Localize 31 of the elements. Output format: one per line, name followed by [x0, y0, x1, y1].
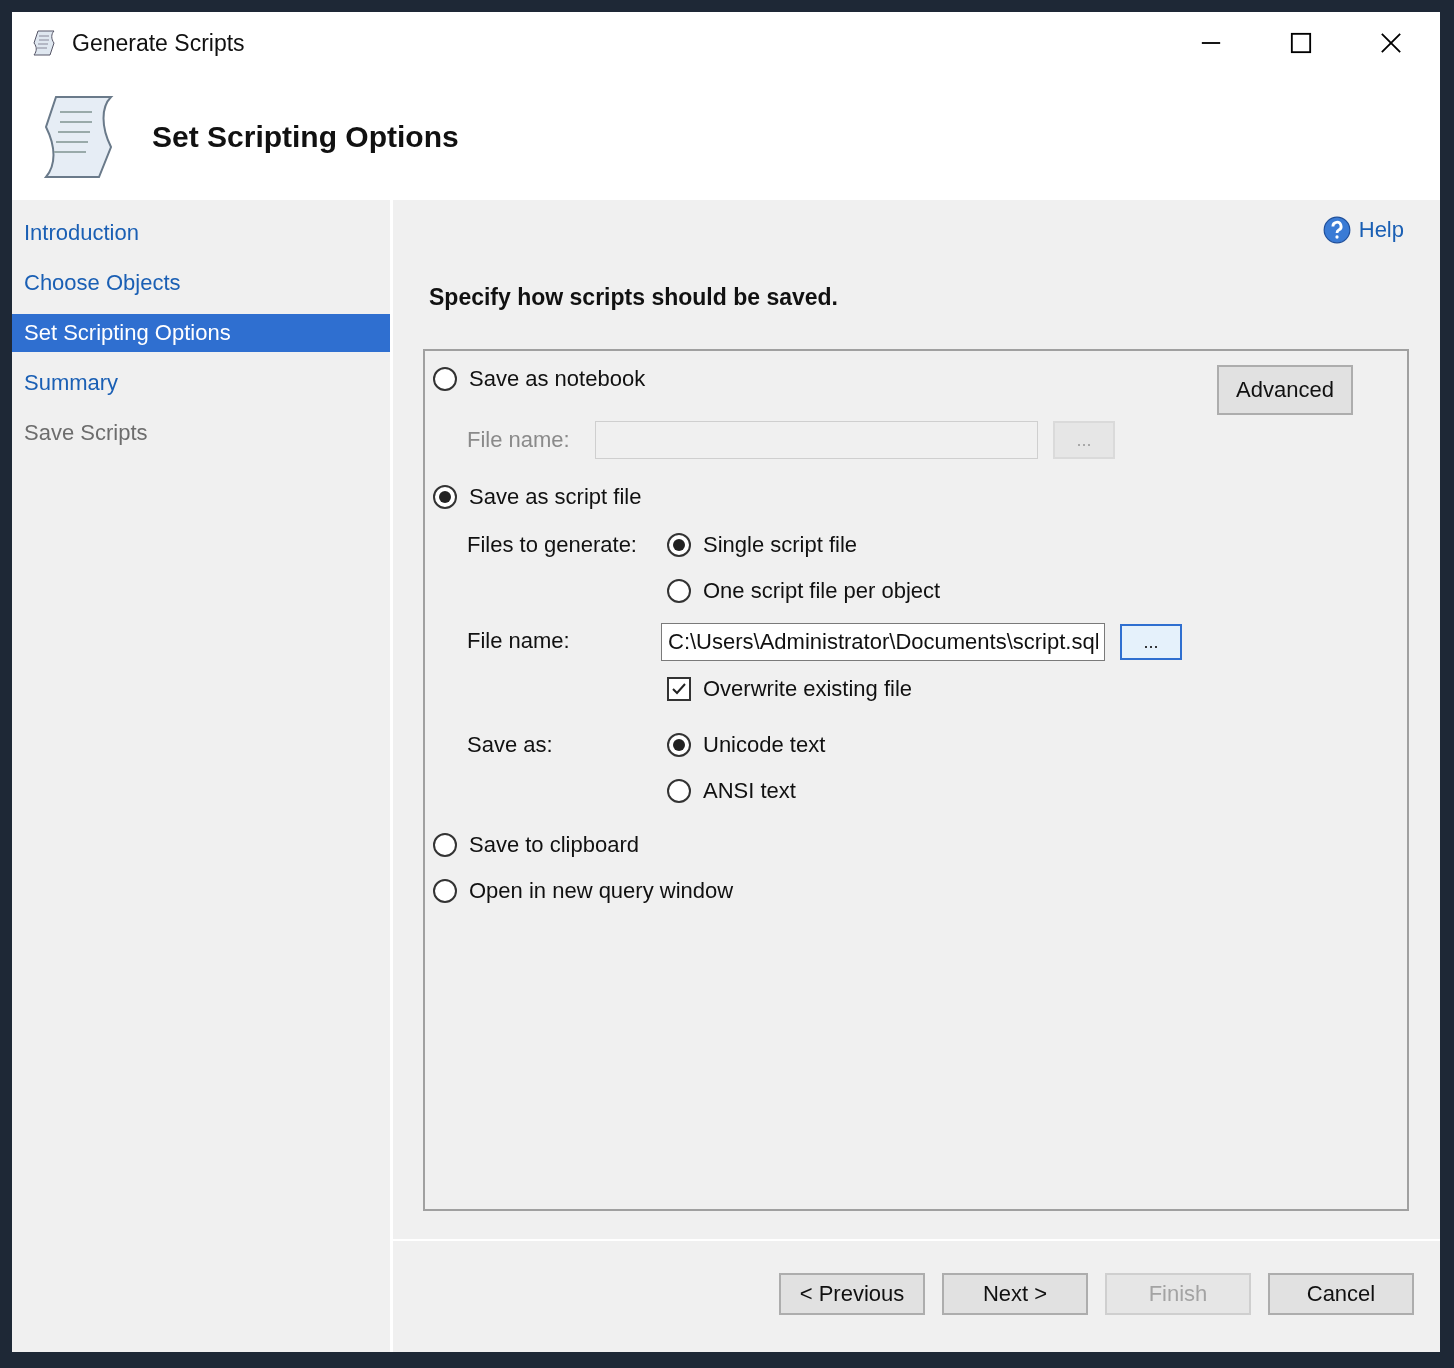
sidebar-item[interactable]: Choose Objects — [12, 264, 390, 302]
radio-option[interactable]: Open in new query window — [433, 873, 1407, 909]
file-name-field[interactable] — [595, 421, 1038, 459]
sidebar-item[interactable]: Introduction — [12, 214, 390, 252]
sidebar-item[interactable]: Summary — [12, 364, 390, 402]
field-label: Files to generate: — [467, 531, 638, 559]
radio-option[interactable]: Save as notebook — [433, 361, 646, 397]
instruction-text: Specify how scripts should be saved. — [429, 284, 839, 311]
window-title: Generate Scripts — [72, 29, 245, 57]
advanced-button[interactable]: Advanced — [1217, 365, 1353, 415]
help-link[interactable]: Help — [1322, 210, 1404, 250]
close-icon[interactable] — [1380, 32, 1402, 54]
wizard-button[interactable]: < Previous — [779, 1273, 925, 1315]
wizard-button[interactable]: Cancel — [1268, 1273, 1414, 1315]
maximize-icon[interactable] — [1290, 32, 1312, 54]
radio-option[interactable]: ANSI text — [667, 773, 1407, 809]
radio-option[interactable]: Save as script file — [433, 479, 1407, 515]
help-icon — [1322, 216, 1351, 244]
file-name-field[interactable]: C:\Users\Administrator\Documents\script.sql — [661, 623, 1105, 661]
radio-option[interactable]: One script file per object — [667, 573, 1407, 609]
page-title: Set Scripting Options — [152, 120, 459, 154]
radio-option[interactable]: Single script file — [667, 527, 1407, 563]
field-label: File name: — [467, 426, 571, 454]
checkbox-option[interactable]: Overwrite existing file — [667, 671, 1407, 707]
field-label: File name: — [467, 627, 571, 655]
field-label: Save as: — [467, 731, 554, 759]
browse-button[interactable]: ... — [1120, 624, 1182, 660]
sidebar-item[interactable]: Set Scripting Options — [12, 314, 390, 352]
radio-option[interactable]: Save to clipboard — [433, 827, 1407, 863]
radio-option[interactable]: Unicode text — [667, 727, 1407, 763]
wizard-button[interactable]: Next > — [942, 1273, 1088, 1315]
